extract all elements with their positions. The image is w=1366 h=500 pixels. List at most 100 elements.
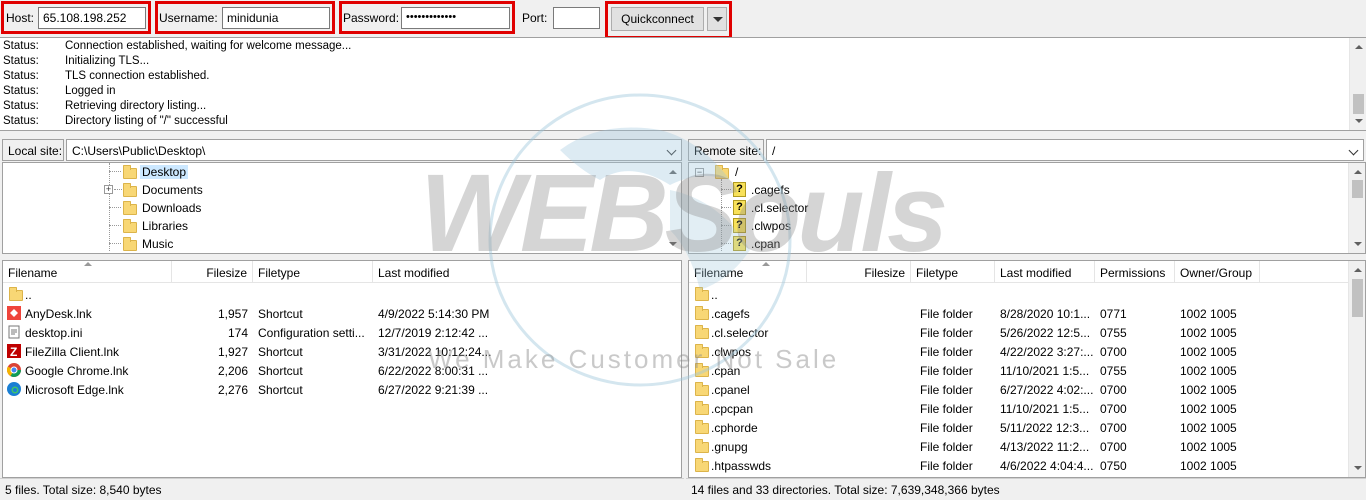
- column-permissions[interactable]: Permissions: [1095, 261, 1175, 283]
- ini-file-icon: [8, 325, 20, 339]
- username-input[interactable]: minidunia: [222, 7, 330, 29]
- table-row[interactable]: .cl.selector File folder 5/26/2022 12:5.…: [689, 323, 1348, 342]
- svg-text:Z: Z: [10, 345, 17, 358]
- table-row[interactable]: desktop.ini 174 Configuration setti... 1…: [3, 323, 681, 342]
- remote-site-label: Remote site:: [688, 139, 764, 161]
- folder-icon: [695, 458, 709, 472]
- tree-item-desktop[interactable]: Desktop: [109, 163, 309, 181]
- tree-item-cagefs[interactable]: ? .cagefs: [721, 181, 921, 199]
- scroll-up-icon[interactable]: [1349, 261, 1366, 278]
- folder-icon: [695, 363, 709, 377]
- folder-icon: [123, 183, 137, 197]
- table-row[interactable]: ..: [3, 285, 681, 304]
- local-site-path[interactable]: C:\Users\Public\Desktop\: [66, 139, 682, 161]
- local-site-label: Local site:: [2, 139, 64, 161]
- folder-icon: [695, 344, 709, 358]
- tree-item-clwpos[interactable]: ? .clwpos: [721, 217, 921, 235]
- port-label: Port:: [522, 11, 548, 25]
- scroll-up-icon[interactable]: [1350, 38, 1366, 55]
- folder-icon: [695, 439, 709, 453]
- log-row: Status: TLS connection established.: [3, 70, 210, 82]
- password-input[interactable]: •••••••••••••: [401, 7, 510, 29]
- local-site-bar: Local site: C:\Users\Public\Desktop\: [2, 139, 682, 161]
- tree-item-documents[interactable]: Documents: [109, 181, 309, 199]
- sort-ascending-icon: [84, 262, 92, 266]
- log-row: Status: Connection established, waiting f…: [3, 40, 352, 52]
- table-row[interactable]: Z FileZilla Client.lnk 1,927 Shortcut 3/…: [3, 342, 681, 361]
- scroll-thumb[interactable]: [1352, 180, 1363, 198]
- filezilla-icon: Z: [7, 344, 21, 358]
- scroll-down-icon[interactable]: [1349, 460, 1366, 477]
- tree-item-cpan[interactable]: ? .cpan: [721, 235, 921, 253]
- scroll-up-icon[interactable]: [664, 163, 681, 180]
- table-row[interactable]: .cpan File folder 11/10/2021 1:5... 0755…: [689, 361, 1348, 380]
- column-filetype[interactable]: Filetype: [911, 261, 995, 283]
- folder-icon: [123, 219, 137, 233]
- chrome-icon: [7, 363, 21, 377]
- column-filename[interactable]: Filename: [689, 261, 807, 283]
- table-row[interactable]: Microsoft Edge.lnk 2,276 Shortcut 6/27/2…: [3, 380, 681, 399]
- table-row[interactable]: AnyDesk.lnk 1,957 Shortcut 4/9/2022 5:14…: [3, 304, 681, 323]
- remote-directory-tree[interactable]: − / ? .cagefs ? .cl.selector ? .clwpos ?…: [688, 162, 1366, 254]
- remote-file-list[interactable]: Filename Filesize Filetype Last modified…: [688, 260, 1366, 478]
- anydesk-icon: [7, 306, 21, 320]
- local-file-list[interactable]: Filename Filesize Filetype Last modified…: [2, 260, 682, 478]
- local-tree-scrollbar[interactable]: [664, 163, 681, 253]
- collapse-icon[interactable]: −: [695, 168, 704, 177]
- table-row[interactable]: .clwpos File folder 4/22/2022 3:27:... 0…: [689, 342, 1348, 361]
- remote-status-bar: 14 files and 33 directories. Total size:…: [686, 478, 1366, 500]
- folder-icon: [695, 287, 709, 301]
- scroll-down-icon[interactable]: [1350, 113, 1366, 130]
- column-last-modified[interactable]: Last modified: [995, 261, 1095, 283]
- column-filetype[interactable]: Filetype: [253, 261, 373, 283]
- remote-site-path[interactable]: /: [766, 139, 1364, 161]
- folder-icon: [9, 287, 23, 301]
- scroll-up-icon[interactable]: [1349, 163, 1366, 180]
- host-input[interactable]: 65.108.198.252: [38, 7, 146, 29]
- tree-item-libraries[interactable]: Libraries: [109, 217, 309, 235]
- table-row[interactable]: ..: [689, 285, 1348, 304]
- host-label: Host:: [6, 11, 35, 25]
- folder-icon: [715, 165, 729, 179]
- scroll-thumb[interactable]: [1352, 279, 1363, 317]
- remote-list-scrollbar[interactable]: [1348, 261, 1365, 477]
- sort-ascending-icon: [762, 262, 770, 266]
- port-input[interactable]: [553, 7, 600, 29]
- folder-icon: [695, 325, 709, 339]
- local-directory-tree[interactable]: + Desktop Documents Downloads Libraries …: [2, 162, 682, 254]
- tree-item-downloads[interactable]: Downloads: [109, 199, 309, 217]
- table-row[interactable]: .cpanel File folder 6/27/2022 4:02:... 0…: [689, 380, 1348, 399]
- tree-item-music[interactable]: Music: [109, 235, 309, 253]
- table-row[interactable]: .gnupg File folder 4/13/2022 11:2... 070…: [689, 437, 1348, 456]
- scroll-thumb[interactable]: [1353, 94, 1364, 114]
- password-label: Password:: [343, 11, 400, 25]
- column-last-modified[interactable]: Last modified: [373, 261, 493, 283]
- table-row[interactable]: Google Chrome.lnk 2,206 Shortcut 6/22/20…: [3, 361, 681, 380]
- local-status-bar: 5 files. Total size: 8,540 bytes: [0, 478, 684, 500]
- column-filesize[interactable]: Filesize: [807, 261, 911, 283]
- folder-icon: [123, 237, 137, 251]
- quickconnect-dropdown-button[interactable]: [707, 7, 727, 31]
- log-row: Status: Directory listing of "/" successf…: [3, 115, 228, 127]
- remote-tree-scrollbar[interactable]: [1348, 163, 1365, 253]
- column-owner-group[interactable]: Owner/Group: [1175, 261, 1260, 283]
- table-row[interactable]: .cpcpan File folder 11/10/2021 1:5... 07…: [689, 399, 1348, 418]
- column-filesize[interactable]: Filesize: [172, 261, 253, 283]
- message-log[interactable]: Status: Connection established, waiting f…: [0, 37, 1366, 131]
- scroll-down-icon[interactable]: [1349, 236, 1366, 253]
- table-row[interactable]: .cagefs File folder 8/28/2020 10:1... 07…: [689, 304, 1348, 323]
- edge-icon: [7, 382, 21, 396]
- folder-icon: [695, 401, 709, 415]
- tree-item-root[interactable]: /: [705, 163, 825, 181]
- folder-icon: [123, 165, 137, 179]
- quickconnect-button[interactable]: Quickconnect: [611, 7, 704, 31]
- folder-icon: [695, 420, 709, 434]
- table-row[interactable]: .cphorde File folder 5/11/2022 12:3... 0…: [689, 418, 1348, 437]
- username-label: Username:: [159, 11, 218, 25]
- table-row[interactable]: .htpasswds File folder 4/6/2022 4:04:4..…: [689, 456, 1348, 475]
- log-row: Status: Retrieving directory listing...: [3, 100, 207, 112]
- unknown-folder-icon: ?: [733, 200, 746, 215]
- tree-item-cl-selector[interactable]: ? .cl.selector: [721, 199, 921, 217]
- scroll-down-icon[interactable]: [664, 236, 681, 253]
- log-scrollbar[interactable]: [1349, 38, 1366, 130]
